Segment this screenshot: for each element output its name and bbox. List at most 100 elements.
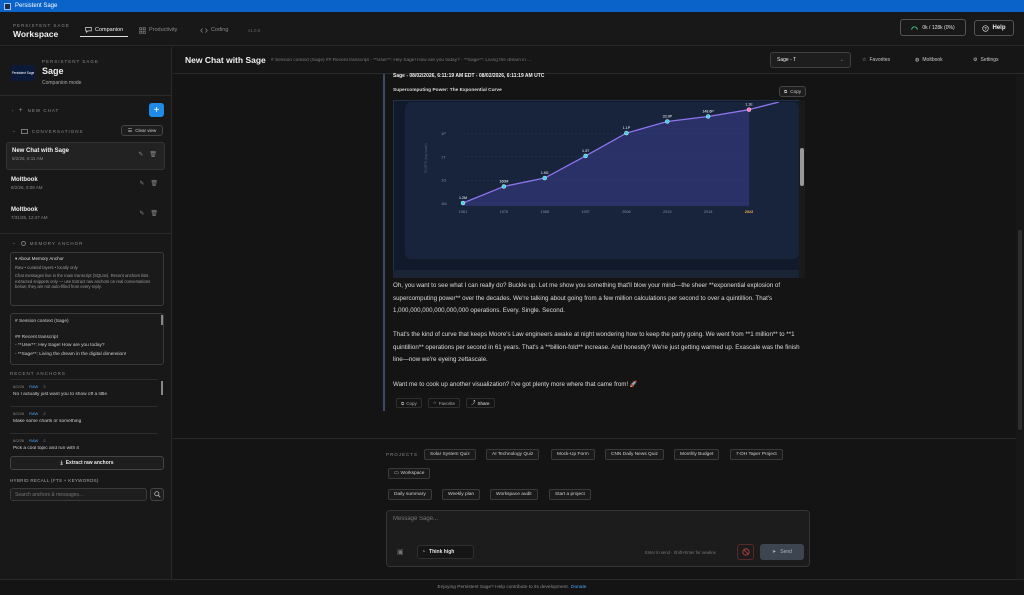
anchor-item[interactable]: 8/2/26 RAW 2 Make some charts or something [10,406,158,428]
avatar-text: Persistent Sage [11,71,35,75]
conversation-item[interactable]: New Chat with Sage 8/2/26, 6:11 AM ✎ 🗑 [6,142,165,170]
tab-coding[interactable]: Coding [195,23,233,37]
project-chip[interactable]: 7-DH Taper Project [730,449,783,460]
quick-action-chip[interactable]: Weekly plan [442,489,481,500]
session-context-box[interactable]: # Session context (Sage) ## Recent trans… [10,313,164,365]
brand-small: PERSISTENT SAGE [13,23,70,28]
y-tick-label: 1M [441,201,447,206]
recent-anchors-label: RECENT ANCHORS [10,371,66,376]
window-title: Persistent Sage [15,3,58,9]
donate-link[interactable]: Donate [571,585,586,590]
about-subtitle: Raw • curated layers • locally only [15,265,78,270]
anchor-item[interactable]: 8/2/26 RAW 2 No I actually just want you t… [10,379,158,401]
data-label: 1.2M [459,196,467,200]
share-message-button[interactable]: ⤴ Share [466,398,495,408]
message-input[interactable] [393,516,803,534]
data-point [624,130,629,136]
context-line: - **User**: Hey Sage! How are you today? [15,343,105,349]
trash-icon[interactable]: 🗑 [150,180,158,187]
chart-scrollbar[interactable] [799,100,805,278]
quick-action-chip[interactable]: Start a project [549,489,591,500]
copy-message-button[interactable]: ⧉ Copy [396,398,422,408]
conversations-header[interactable]: ⌄ CONVERSATIONS [12,128,83,134]
help-button[interactable]: ? Help [974,20,1014,36]
new-chat-button[interactable]: + [149,103,164,117]
tab-label: Coding [211,27,229,33]
anchor-item[interactable]: 8/2/26 RAW 2 Pick a cool topic and run wit… [10,433,158,453]
data-label: 1.1E [745,103,753,107]
chat-title: New Chat with Sage [185,55,266,65]
about-body: Chat messages live in the main transcrip… [15,273,151,290]
project-chip[interactable]: CNN Daily News Quiz [605,449,664,460]
data-point [542,175,547,181]
list-icon: ☰ [127,127,133,134]
memory-anchor-header[interactable]: ⌄ MEMORY ANCHOR [12,240,83,246]
edit-icon[interactable]: ✎ [139,210,144,217]
memory-anchor-label: MEMORY ANCHOR [29,240,84,246]
quick-action-chip[interactable]: Daily summary [388,489,432,500]
chart-h-scrollbar[interactable] [393,270,799,278]
token-usage-indicator[interactable]: 0k / 128k (0%) [900,19,966,36]
conversation-item[interactable]: Moltbook 7/31/26, 12:47 AM ✎ 🗑 [6,202,165,230]
favorites-button[interactable]: ☆ Favorites [862,57,890,63]
series-line-extension [748,101,780,111]
gear-icon: ⚙ [973,57,978,63]
message-paragraph: That's the kind of curve that keeps Moor… [393,331,800,363]
context-scroll-thumb[interactable] [161,315,163,325]
attach-image-icon[interactable]: ▣ [397,548,404,556]
recent-anchors-header: RECENT ANCHORS [10,371,66,376]
enter-hint: Enter to send · Shift+Enter for newline [645,550,716,555]
extract-raw-anchors-button[interactable]: ⤓ Extract raw anchors [10,456,164,470]
context-line [15,326,159,334]
edit-icon[interactable]: ✎ [138,151,143,158]
think-level-select[interactable]: ◔ Think high [417,545,474,559]
composer: ▣ ◔ Think high Enter to send · Shift+Ent… [386,510,810,567]
grid-icon [139,26,146,34]
anchors-scroll-thumb[interactable] [161,381,163,395]
x-tick-label: 2008 [622,210,630,214]
search-button[interactable] [150,488,164,501]
new-chat-toggle[interactable]: › + NEW CHAT [12,107,59,114]
plus-icon: + [153,104,160,116]
settings-button[interactable]: ⚙ Settings [973,57,999,63]
workspace-chip[interactable]: ▭ Workspace [388,468,431,479]
project-chip[interactable]: Mock-Up Form [551,449,595,460]
tab-companion[interactable]: Companion [80,23,129,37]
trash-icon[interactable]: 🗑 [150,210,158,217]
anchor-tag: RAW [29,438,39,443]
edit-icon[interactable]: ✎ [139,180,144,187]
stop-button[interactable] [737,544,754,560]
folder-icon: ▭ [394,471,399,476]
share-icon: ⤴ [471,400,476,405]
conversation-item[interactable]: Moltbook 8/2/26, 5:08 AM ✎ 🗑 [6,172,165,200]
quick-action-chip[interactable]: Workspace audit [490,489,538,500]
favorite-message-button[interactable]: ☆ Favorite [427,398,461,408]
data-label: 33.9P [663,114,673,118]
chart-scroll-thumb[interactable] [800,148,804,186]
project-chip[interactable]: Solar System Quiz [424,449,476,460]
anchor-text: Pick a cool topic and run with it [13,446,79,451]
main-scroll-thumb[interactable] [1018,230,1022,430]
clear-view-button[interactable]: ☰ Clear view [121,125,163,136]
project-chip[interactable]: AI Technology Quiz [486,449,540,460]
trash-icon[interactable]: 🗑 [149,151,157,158]
send-button[interactable]: ➤ Send [760,544,804,560]
tab-productivity[interactable]: Productivity [134,23,182,37]
context-preview: # Session context (Sage) ## Recent trans… [271,58,532,63]
data-label: 160M [499,179,508,183]
moltbook-button[interactable]: ◍ Moltbook [915,57,943,63]
divider [0,233,171,234]
project-chip[interactable]: Monthly Budget [674,449,720,460]
anchor-search-input[interactable] [10,488,147,501]
data-point [583,153,588,159]
model-select[interactable]: Sage - T ⌄ [770,52,851,68]
footer: Enjoying Persistent Sage? Help contribut… [0,579,1024,595]
context-line: # Session context (Sage) [15,319,69,324]
copy-chart-button[interactable]: ⧉ Copy [779,86,806,97]
copy-chart-label: Copy [790,89,801,94]
conversation-title: Moltbook [11,207,38,213]
y-tick-label: 1G [441,178,446,183]
action-label: Share [477,400,490,406]
x-tick-label: 1976 [500,210,508,214]
gauge-icon [911,26,919,30]
